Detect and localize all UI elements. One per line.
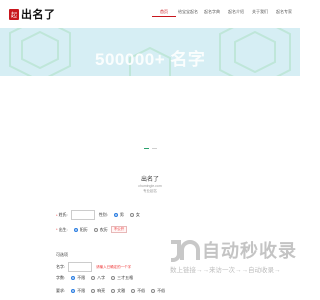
site-domain: chumingle.com [138, 184, 162, 188]
birth-row: * 出生: 阳历 农历 不公开 [56, 226, 128, 233]
rule2-option-radio[interactable] [131, 289, 136, 293]
surname-row: * 姓氏: 性别: 男 女 [56, 210, 140, 220]
gender-male-label: 男 [119, 212, 124, 217]
birth-solar-radio[interactable] [73, 227, 78, 232]
gender-male-radio[interactable] [113, 213, 118, 217]
nav-home[interactable]: 首页 [152, 9, 176, 17]
rule1-option-radio[interactable] [71, 276, 76, 280]
name-hint: 请输入已确定的一个字 [96, 264, 132, 269]
rule1-option-label: 八字 [97, 275, 106, 280]
required-mark: * [56, 227, 58, 232]
name-label: 名字: [56, 264, 66, 269]
surname-input[interactable] [70, 210, 95, 220]
logo-text: 出名了 [21, 8, 56, 21]
gender-female-label: 女 [135, 212, 140, 217]
birth-label: 出生: [58, 226, 68, 232]
carousel-dot[interactable] [152, 148, 157, 149]
rule2-option-radio[interactable] [71, 289, 76, 293]
rule2-label: 要求: [56, 288, 66, 293]
watermark-subtitle: 数上链接→→来访一次→→自动收录→ [170, 267, 281, 274]
rule2-option-label: 不限 [77, 288, 86, 293]
surname-label: 姓氏: [58, 212, 68, 217]
rule1-option-radio[interactable] [111, 276, 116, 280]
carousel-dot-active[interactable] [144, 148, 149, 149]
rule2-option-label: 文雅 [117, 288, 126, 293]
site-logo[interactable]: 起 出名了 [9, 6, 56, 22]
rule2-option-label: 响亮 [97, 288, 106, 293]
nav-experts[interactable]: 起名专家 [272, 9, 296, 17]
nav-dictionary[interactable]: 起名字典 [200, 9, 224, 17]
rule2-option-radio[interactable] [151, 289, 156, 293]
watermark: 自动秒收录 数上链接→→来访一次→→自动收录→ [168, 238, 298, 278]
nav-baby-naming[interactable]: 给宝宝起名 [176, 9, 200, 17]
rule2-option-radio[interactable] [91, 289, 96, 293]
rule2-option-radio[interactable] [111, 289, 116, 293]
birth-lunar-radio[interactable] [93, 227, 98, 232]
name-row: 名字: 请输入已确定的一个字 [56, 262, 131, 272]
nav-intro[interactable]: 起名介绍 [224, 9, 248, 17]
rule1-option-label: 三才五格 [117, 275, 134, 280]
rule1-label: 字数: [56, 275, 66, 280]
watermark-logo-icon [171, 240, 200, 262]
rule2-option-label: 不俗 [137, 288, 146, 293]
rule2-row: 要求: 不限 响亮 文雅 不俗 不俗 [56, 288, 165, 294]
birth-lunar-label: 农历 [99, 226, 108, 232]
gender-female-radio[interactable] [129, 213, 134, 217]
hero-banner[interactable]: 500000+ 名字 [0, 28, 300, 76]
rule2-option-label: 不俗 [157, 288, 166, 293]
main-nav: 首页 给宝宝起名 起名字典 起名介绍 关于我们 起名专家 [152, 9, 296, 17]
nav-about[interactable]: 关于我们 [248, 9, 272, 17]
required-mark: * [56, 212, 58, 218]
birth-solar-label: 阳历 [79, 226, 88, 232]
rule1-option-label: 不限 [77, 275, 86, 280]
rule1-row: 字数: 不限 八字 三才五格 [56, 275, 133, 281]
logo-seal-icon: 起 [9, 8, 19, 20]
rule1-option-radio[interactable] [91, 276, 96, 280]
name-input[interactable] [68, 262, 93, 272]
watermark-title: 自动秒收录 [202, 241, 297, 262]
optional-section-title: 可选项 [56, 252, 68, 257]
carousel-indicator [144, 148, 157, 149]
gender-label: 性别: [98, 212, 108, 217]
birth-private-badge: 不公开 [110, 226, 128, 233]
site-header: 起 出名了 首页 给宝宝起名 起名字典 起名介绍 关于我们 起名专家 [0, 0, 300, 28]
site-tagline: 专业起名 [143, 189, 157, 193]
site-title: 出名了 [140, 177, 159, 183]
banner-headline: 500000+ 名字 [95, 50, 206, 69]
